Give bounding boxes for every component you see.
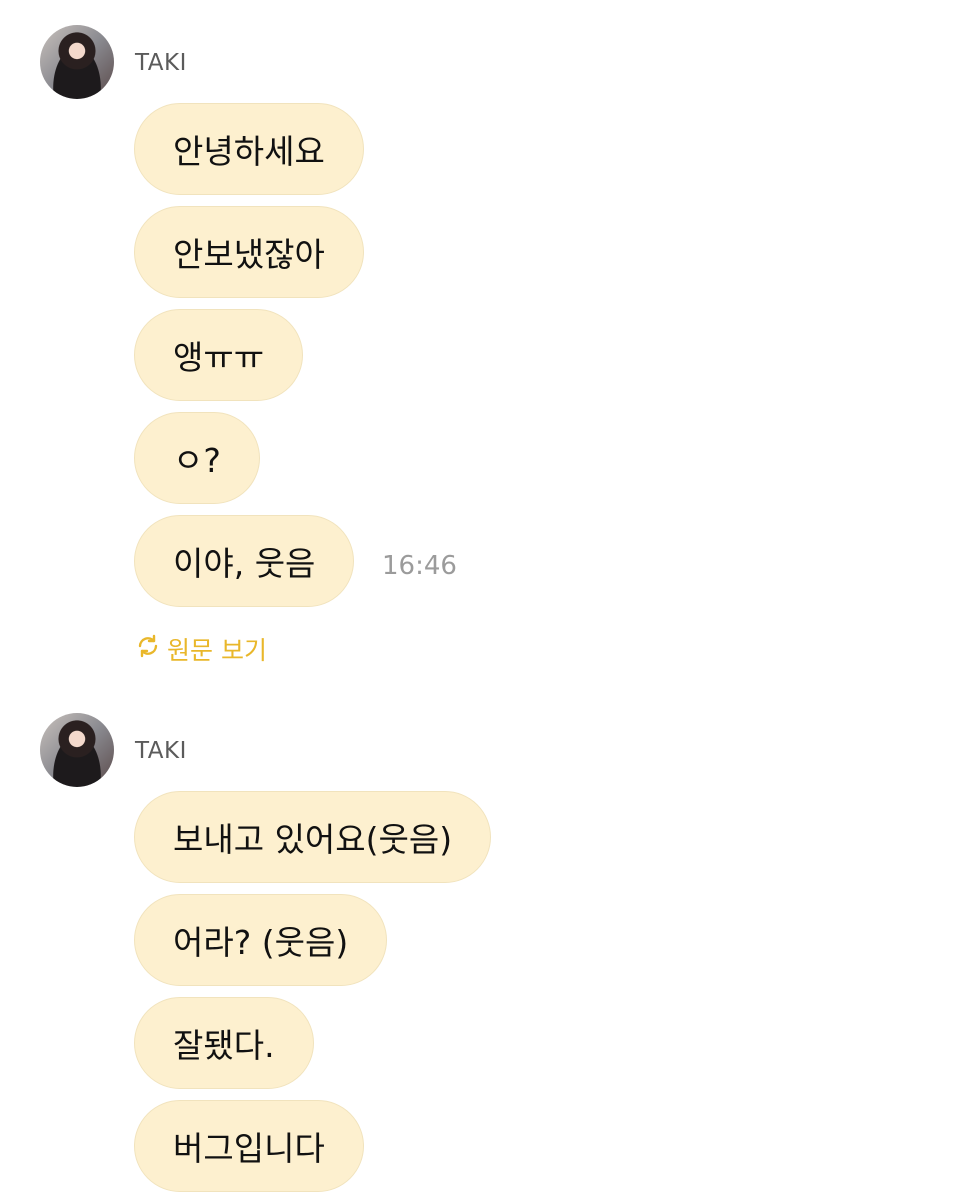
sender-name: TAKI — [135, 50, 187, 76]
message-timestamp: 16:46 — [382, 551, 457, 581]
sender-name: TAKI — [135, 738, 187, 764]
avatar[interactable] — [40, 713, 114, 787]
message-bubble[interactable]: 이야, 웃음 — [134, 515, 355, 607]
message-bubble[interactable]: 어라? (웃음) — [134, 894, 388, 986]
translate-icon — [135, 633, 167, 665]
message-bubble[interactable]: 앵ㅠㅠ — [134, 309, 304, 401]
view-original-button[interactable]: 원문 보기 — [135, 631, 267, 667]
message-bubble[interactable]: 버그입니다 — [134, 1100, 364, 1192]
message-bubble[interactable]: 안녕하세요 — [134, 103, 364, 195]
view-original-label: 원문 보기 — [167, 636, 267, 665]
message-bubble[interactable]: 보내고 있어요(웃음) — [134, 791, 492, 883]
message-bubble[interactable]: 잘됐다. — [134, 997, 314, 1089]
message-bubble[interactable]: ㅇ? — [134, 412, 260, 504]
message-bubble[interactable]: 안보냈잖아 — [134, 206, 364, 298]
avatar[interactable] — [40, 25, 114, 99]
